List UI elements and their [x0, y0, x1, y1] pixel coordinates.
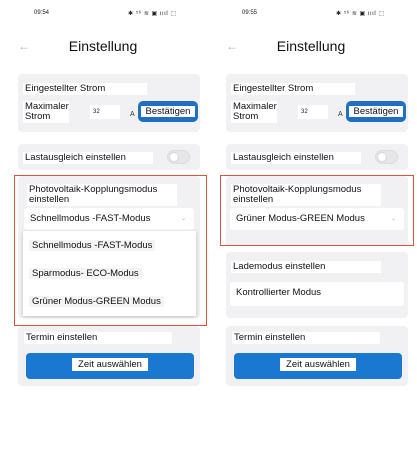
- confirm-button-label: Bestätigen: [349, 106, 403, 117]
- max-current-input[interactable]: 32: [90, 105, 120, 119]
- load-balance-card: Lastausgleich einstellen: [226, 144, 408, 170]
- schedule-card: Termin einstellen Zeit auswählen: [18, 326, 200, 386]
- load-balance-toggle[interactable]: [167, 150, 190, 164]
- confirm-button[interactable]: Bestätigen: [138, 101, 198, 122]
- current-unit: A: [338, 111, 343, 118]
- app-header: ← Einstellung: [0, 36, 206, 60]
- max-current-label: Maximaler Strom: [23, 101, 69, 123]
- schedule-card: Termin einstellen Zeit auswählen: [226, 326, 408, 386]
- charge-mode-select[interactable]: Kontrollierter Modus: [230, 282, 404, 306]
- page-title: Einstellung: [276, 38, 346, 54]
- max-current-label: Maximaler Strom: [231, 101, 277, 123]
- load-balance-label: Lastausgleich einstellen: [231, 152, 361, 164]
- schedule-label: Termin einstellen: [24, 332, 172, 344]
- select-time-button-label: Zeit auswählen: [72, 358, 148, 371]
- current-section-label: Eingestellter Strom: [23, 83, 147, 95]
- page-title: Einstellung: [68, 38, 138, 54]
- charge-mode-card: Lademodus einstellen Kontrollierter Modu…: [226, 252, 408, 318]
- confirm-button-label: Bestätigen: [141, 106, 195, 117]
- highlight-frame: [14, 175, 207, 326]
- app-header: ← Einstellung: [208, 36, 414, 60]
- status-bar: 09:55 ✱ ⁵⁶ ≋ ▣ ıııl ⬚: [208, 8, 414, 20]
- toggle-knob: [377, 152, 387, 162]
- left-phone-screen: 09:54 ✱ ⁵⁶ ≋ ▣ ıııl ⬚ ← Einstellung Eing…: [0, 0, 207, 462]
- charge-mode-label: Lademodus einstellen: [231, 261, 381, 273]
- current-section-label: Eingestellter Strom: [231, 83, 355, 95]
- current-card: Eingestellter Strom Maximaler Strom 32 A…: [226, 74, 408, 132]
- max-current-input[interactable]: 32: [298, 105, 328, 119]
- confirm-button[interactable]: Bestätigen: [346, 101, 406, 122]
- status-time: 09:54: [34, 10, 50, 16]
- load-balance-label: Lastausgleich einstellen: [23, 152, 153, 164]
- schedule-label: Termin einstellen: [232, 332, 380, 344]
- toggle-knob: [169, 152, 179, 162]
- highlight-frame: [220, 175, 414, 246]
- status-bar: 09:54 ✱ ⁵⁶ ≋ ▣ ıııl ⬚: [0, 8, 206, 20]
- status-time: 09:55: [242, 10, 258, 16]
- charge-mode-selected: Kontrollierter Modus: [236, 287, 326, 298]
- current-unit: A: [130, 111, 135, 118]
- right-phone-screen: 09:55 ✱ ⁵⁶ ≋ ▣ ıııl ⬚ ← Einstellung Eing…: [208, 0, 414, 462]
- load-balance-card: Lastausgleich einstellen: [18, 144, 200, 170]
- load-balance-toggle[interactable]: [375, 150, 398, 164]
- select-time-button[interactable]: Zeit auswählen: [234, 353, 402, 379]
- status-icons: ✱ ⁵⁶ ≋ ▣ ıııl ⬚: [128, 11, 177, 17]
- status-icons: ✱ ⁵⁶ ≋ ▣ ıııl ⬚: [336, 11, 385, 17]
- select-time-button[interactable]: Zeit auswählen: [26, 353, 194, 379]
- current-card: Eingestellter Strom Maximaler Strom 32 A…: [18, 74, 200, 132]
- select-time-button-label: Zeit auswählen: [280, 358, 356, 371]
